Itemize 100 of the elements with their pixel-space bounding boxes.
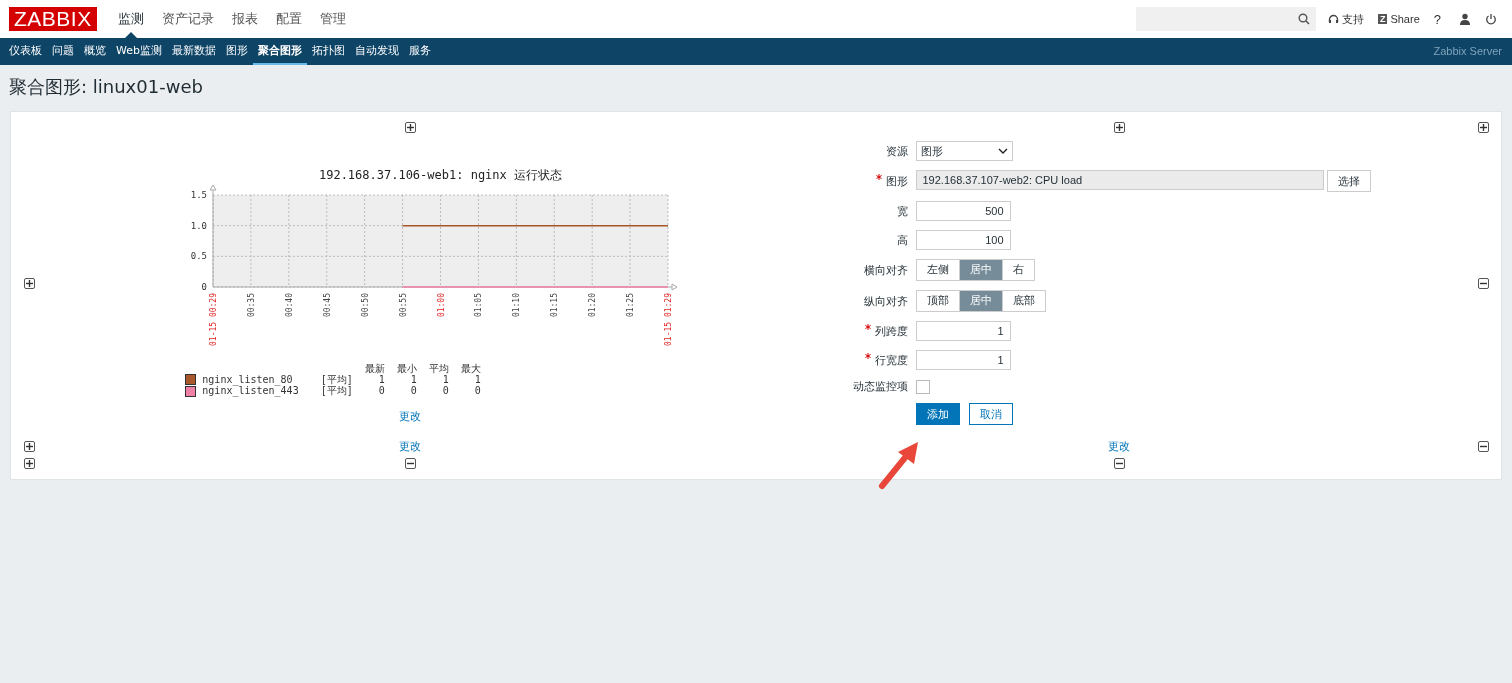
y-tick-label: 1.5 [190,189,207,200]
align-option[interactable]: 底部 [1002,291,1045,311]
change-link[interactable]: 更改 [1108,439,1130,454]
legend-header: 最大 [459,362,482,374]
x-tick-label: 00:55 [398,292,408,317]
add-button[interactable]: 添加 [915,403,960,425]
field-label: 宽 [895,203,908,219]
y-tick-label: 0 [201,281,207,292]
headset-icon [1327,13,1339,25]
change-link[interactable]: 更改 [399,439,421,454]
collapse-icon[interactable] [1477,441,1489,452]
menu-item[interactable]: 配置 [266,0,311,38]
help-link[interactable]: ? [1433,11,1441,27]
x-tick-label: 01:00 [436,292,445,317]
chevron-down-icon [997,148,1008,154]
x-tick-label: 00:50 [360,292,370,317]
nav-tab[interactable]: Web监测 [111,38,167,65]
cancel-button[interactable]: 取消 [968,403,1013,425]
field-label: 横向对齐 [862,262,908,278]
support-link[interactable]: 支持 [1341,11,1364,27]
field-label: 列跨度 [787,323,908,339]
collapse-icon[interactable] [404,458,416,469]
nav-tab[interactable]: 聚合图形 [253,38,307,65]
legend-header: 最小 [395,362,418,374]
nav-tab[interactable]: 最新数据 [167,38,221,65]
nav-tab[interactable]: 自动发现 [350,38,404,65]
number-field[interactable]: 1 [915,321,1011,341]
expand-icon[interactable] [23,277,35,289]
field-label: 高 [895,232,908,248]
field-label: 动态监控项 [851,379,908,394]
legend-value: 1 [422,373,455,385]
legend-value: 0 [473,385,482,397]
x-tick-label: 01:15 [549,292,559,317]
legend-value: 0 [377,385,386,397]
x-tick-label: 01:25 [625,292,635,317]
expand-icon[interactable] [23,441,35,452]
x-tick-label: 00:40 [284,292,294,317]
legend-function: [平均] [319,373,354,385]
menu-item[interactable]: 监测 [108,0,153,38]
field-label: 纵向对齐 [862,293,908,309]
nav-tab[interactable]: 拓扑图 [307,38,350,65]
align-option[interactable]: 左侧 [916,260,960,280]
field-label: 资源 [884,143,908,159]
search-icon[interactable] [1297,13,1310,25]
y-tick-label: 0.5 [190,250,207,261]
select-button[interactable]: 选择 [1326,170,1371,192]
nav-tab[interactable]: 仪表板 [4,38,47,65]
share-link[interactable]: Share [1390,13,1420,25]
x-tick-label: 01-15 00:29 [208,292,218,346]
checkbox[interactable] [915,379,930,394]
required-icon [864,323,871,330]
expand-icon[interactable] [1477,122,1489,133]
number-field[interactable]: 100 [915,230,1011,250]
nav-tab[interactable]: 服务 [404,38,436,65]
x-tick-label: 01:05 [473,292,483,317]
collapse-icon[interactable] [1477,277,1489,289]
collapse-icon[interactable] [1113,458,1125,469]
legend-value: 1 [390,373,423,385]
number-field[interactable]: 1 [915,350,1011,370]
power-icon[interactable] [1485,13,1497,25]
nav-tab[interactable]: 概览 [79,38,111,65]
legend-value: 1 [358,373,391,385]
legend-name: nginx_listen_443 [202,385,299,396]
align-option[interactable]: 右 [1002,260,1034,280]
graph-field[interactable]: 192.168.37.107-web2: CPU load [915,170,1324,190]
logo[interactable]: ZABBIX [9,7,97,31]
expand-icon[interactable] [404,122,416,133]
search-field[interactable] [1135,7,1316,31]
nav-tab[interactable]: 图形 [221,38,253,65]
source-select[interactable]: 图形 [915,141,1013,161]
field-label: 行宽度 [787,352,908,368]
nav-tab[interactable]: 问题 [47,38,79,65]
x-tick-label: 01-15 01:29 [663,292,673,346]
server-name: Zabbix Server [1433,44,1503,59]
x-tick-label: 00:35 [246,292,256,317]
align-option[interactable]: 顶部 [916,291,960,311]
expand-icon[interactable] [23,458,35,469]
menu-item[interactable]: 报表 [222,0,267,38]
legend-header: 最新 [363,362,386,374]
legend-name: nginx_listen_80 [202,373,293,385]
page-title: 聚合图形: linux01-web [9,75,204,99]
number-field[interactable]: 500 [915,201,1011,221]
z-icon: Z [1377,14,1388,24]
legend-function: [平均] [319,385,354,397]
x-tick-label: 01:10 [511,292,521,317]
required-icon [875,173,882,180]
legend-value: 0 [441,385,450,397]
user-icon[interactable] [1459,13,1471,25]
menu-item[interactable]: 管理 [310,0,355,38]
legend-header: 平均 [427,362,450,374]
field-label: 图形 [787,173,908,189]
legend-value: 0 [409,385,418,397]
expand-icon[interactable] [1113,122,1125,133]
change-link[interactable]: 更改 [399,408,421,424]
menu-item[interactable]: 资产记录 [152,0,223,38]
x-tick-label: 01:20 [587,292,597,317]
legend-value: 1 [454,373,487,385]
y-tick-label: 1.0 [190,220,207,231]
required-icon [864,352,871,359]
x-tick-label: 00:45 [322,292,332,317]
